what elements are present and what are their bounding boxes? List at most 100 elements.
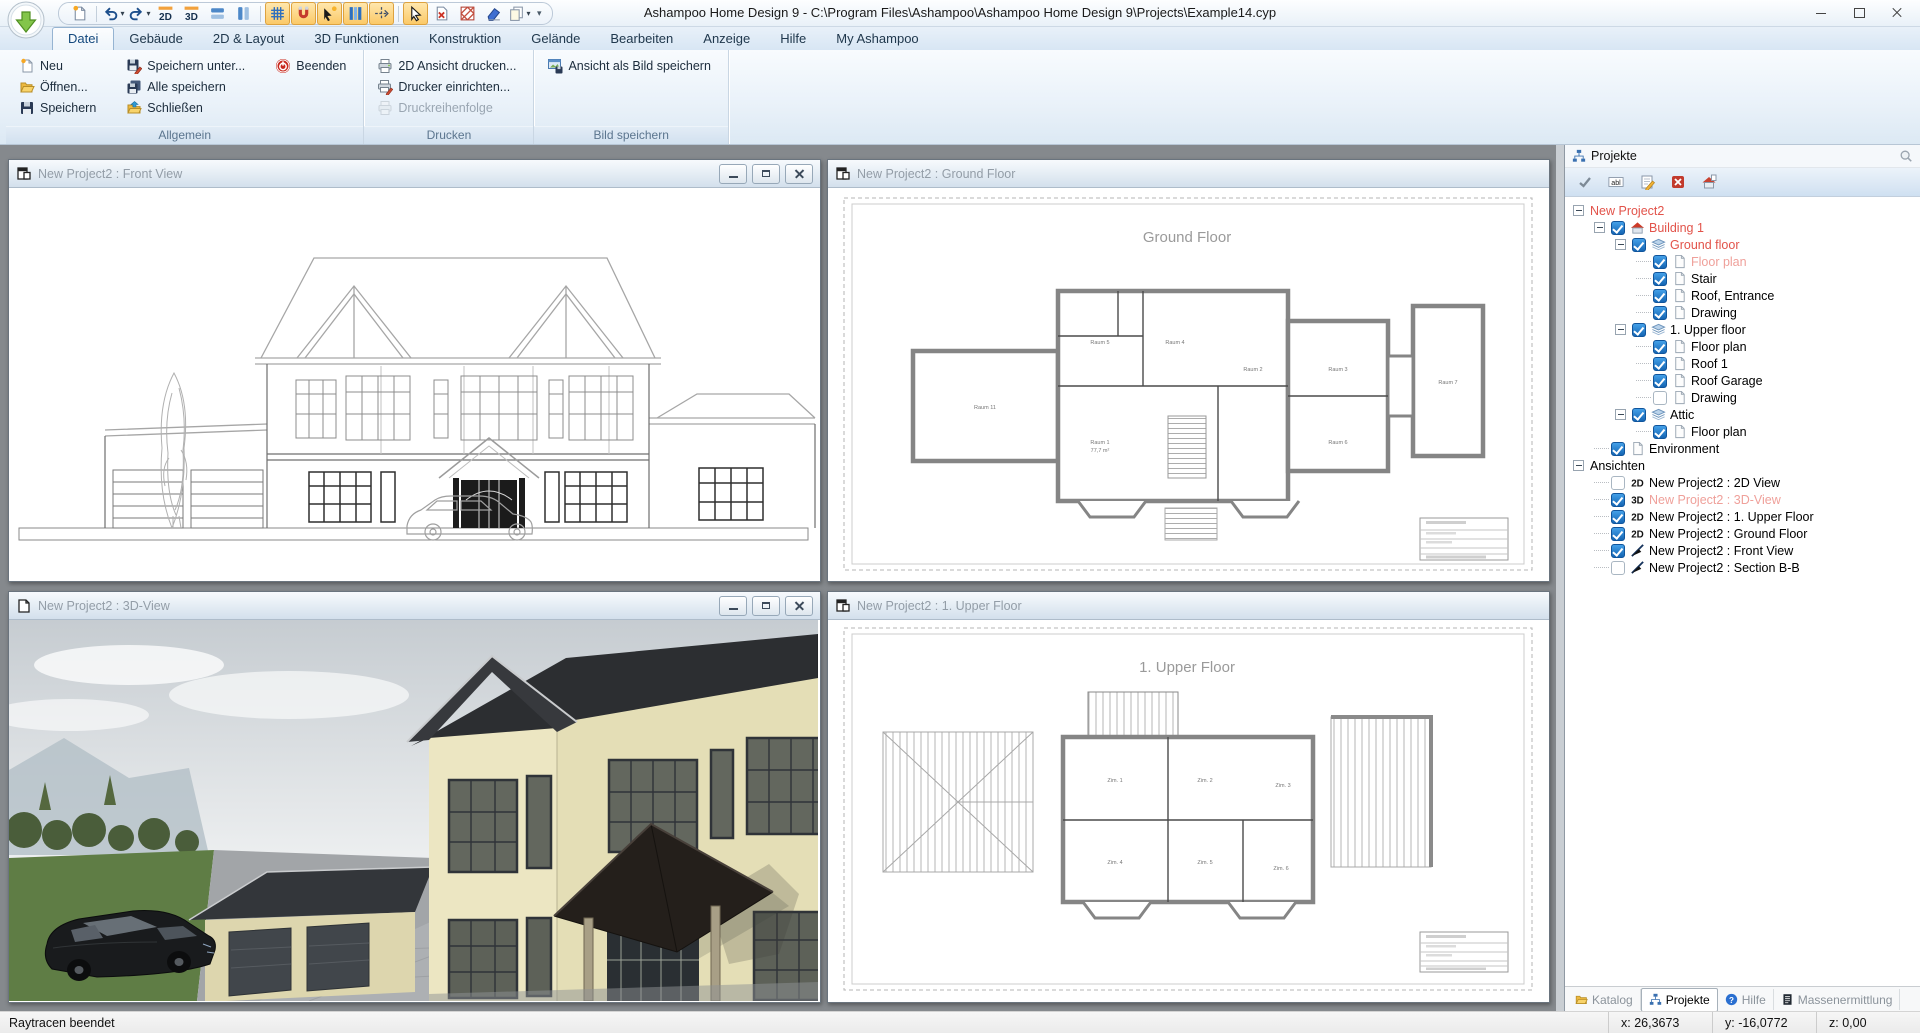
ribbon-tab-3d-funktionen[interactable]: 3D Funktionen <box>299 28 414 50</box>
maximize-button[interactable] <box>1840 0 1878 26</box>
tree-item-new-project2-section-b-b[interactable]: New Project2 : Section B-B <box>1565 559 1920 576</box>
panel-tab-massenermittlung[interactable]: Massenermittlung <box>1774 989 1901 1010</box>
ribbon-tab-anzeige[interactable]: Anzeige <box>688 28 765 50</box>
apply-button[interactable] <box>1573 171 1597 193</box>
pin-icon[interactable] <box>1899 149 1913 163</box>
checkbox[interactable] <box>1653 306 1667 320</box>
mdi-restore-button[interactable] <box>752 596 780 616</box>
ribbon-tab-geb-ude[interactable]: Gebäude <box>114 28 198 50</box>
ribbon-tab-my-ashampoo[interactable]: My Ashampoo <box>821 28 933 50</box>
tree-item-ansichten[interactable]: Ansichten <box>1565 457 1920 474</box>
checkbox[interactable] <box>1653 289 1667 303</box>
tree-item-new-project2-1-upper-floor[interactable]: 2DNew Project2 : 1. Upper Floor <box>1565 508 1920 525</box>
speichern-button[interactable]: Speichern <box>14 97 101 118</box>
checkbox[interactable] <box>1611 476 1625 490</box>
tree-item-1-upper-floor[interactable]: 1. Upper floor <box>1565 321 1920 338</box>
expander-icon[interactable] <box>1573 460 1584 471</box>
view-3d-button[interactable]: 3D <box>179 2 204 25</box>
undo-button[interactable]: ▾ <box>101 2 126 25</box>
select-button[interactable] <box>403 2 428 25</box>
tree-item-building-1[interactable]: Building 1 <box>1565 219 1920 236</box>
grid-button[interactable] <box>265 2 290 25</box>
expander-icon[interactable] <box>1594 222 1605 233</box>
checkbox[interactable] <box>1653 425 1667 439</box>
guides-button[interactable] <box>343 2 368 25</box>
ffnen-button[interactable]: Öffnen... <box>14 76 101 97</box>
tree-item-ground-floor[interactable]: Ground floor <box>1565 236 1920 253</box>
checkbox[interactable] <box>1653 357 1667 371</box>
checkbox[interactable] <box>1611 527 1625 541</box>
panel-splitter[interactable] <box>1556 145 1564 1012</box>
tree-item-new-project2-2d-view[interactable]: 2DNew Project2 : 2D View <box>1565 474 1920 491</box>
new-building-button[interactable] <box>1697 171 1721 193</box>
view-2d-button[interactable]: 2D <box>153 2 178 25</box>
alle-speichern-button[interactable]: Alle speichern <box>121 76 250 97</box>
ribbon-tab-bearbeiten[interactable]: Bearbeiten <box>595 28 688 50</box>
drucker-einrichten-button[interactable]: Drucker einrichten... <box>372 76 521 97</box>
ribbon-tab-hilfe[interactable]: Hilfe <box>765 28 821 50</box>
checkbox[interactable] <box>1611 221 1625 235</box>
checkbox[interactable] <box>1611 442 1625 456</box>
checkbox[interactable] <box>1611 561 1625 575</box>
tree-item-roof-garage[interactable]: Roof Garage <box>1565 372 1920 389</box>
split-vertical-button[interactable] <box>231 2 256 25</box>
checkbox[interactable] <box>1653 340 1667 354</box>
ground-floor-canvas[interactable]: Ground Floor <box>828 188 1549 581</box>
beenden-button[interactable]: Beenden <box>270 55 351 76</box>
delete-view-button[interactable] <box>429 2 454 25</box>
checkbox[interactable] <box>1632 323 1646 337</box>
tree-item-roof-1[interactable]: Roof 1 <box>1565 355 1920 372</box>
3d-view-titlebar[interactable]: New Project2 : 3D-View <box>9 592 820 620</box>
speichern-unter-button[interactable]: Speichern unter... <box>121 55 250 76</box>
new-view-button[interactable] <box>67 2 92 25</box>
textures-button[interactable] <box>455 2 480 25</box>
checkbox[interactable] <box>1653 255 1667 269</box>
checkbox[interactable] <box>1632 408 1646 422</box>
checkbox[interactable] <box>1653 374 1667 388</box>
tree-item-new-project2-ground-floor[interactable]: 2DNew Project2 : Ground Floor <box>1565 525 1920 542</box>
front-elevation-canvas[interactable] <box>9 188 820 581</box>
panel-tab-projekte[interactable]: Projekte <box>1641 988 1718 1012</box>
ribbon-tab-datei[interactable]: Datei <box>52 27 114 50</box>
schlie-en-button[interactable]: Schließen <box>121 97 250 118</box>
tree-item-drawing[interactable]: Drawing <box>1565 304 1920 321</box>
3d-render-canvas[interactable] <box>9 620 820 1002</box>
upper-floor-titlebar[interactable]: New Project2 : 1. Upper Floor <box>828 592 1549 620</box>
ansicht-als-bild-speichern-button[interactable]: Ansicht als Bild speichern <box>542 55 715 76</box>
mdi-restore-button[interactable] <box>752 164 780 184</box>
axes-button[interactable] <box>369 2 394 25</box>
ribbon-tab-gel-nde[interactable]: Gelände <box>516 28 595 50</box>
panel-tab-hilfe[interactable]: ?Hilfe <box>1718 989 1774 1010</box>
mdi-minimize-button[interactable] <box>719 164 747 184</box>
tree-item-environment[interactable]: Environment <box>1565 440 1920 457</box>
tree-item-drawing[interactable]: Drawing <box>1565 389 1920 406</box>
app-logo-icon[interactable] <box>6 1 46 41</box>
ground-floor-titlebar[interactable]: New Project2 : Ground Floor <box>828 160 1549 188</box>
tree-item-floor-plan[interactable]: Floor plan <box>1565 423 1920 440</box>
rename-button[interactable]: abl <box>1604 171 1628 193</box>
2d-ansicht-drucken-button[interactable]: 2D Ansicht drucken... <box>372 55 521 76</box>
panel-tab-katalog[interactable]: Katalog <box>1568 989 1641 1010</box>
tree-item-roof-entrance[interactable]: Roof, Entrance <box>1565 287 1920 304</box>
tree-item-new-project2-3d-view[interactable]: 3DNew Project2 : 3D-View <box>1565 491 1920 508</box>
ribbon-tab-2d-layout[interactable]: 2D & Layout <box>198 28 300 50</box>
expander-icon[interactable] <box>1615 239 1626 250</box>
select-elements-button[interactable] <box>317 2 342 25</box>
minimize-button[interactable] <box>1802 0 1840 26</box>
checkbox[interactable] <box>1611 544 1625 558</box>
mdi-close-button[interactable] <box>785 596 813 616</box>
tree-item-stair[interactable]: Stair <box>1565 270 1920 287</box>
tree-item-floor-plan[interactable]: Floor plan <box>1565 253 1920 270</box>
split-horizontal-button[interactable] <box>205 2 230 25</box>
neu-button[interactable]: Neu <box>14 55 101 76</box>
tree-item-attic[interactable]: Attic <box>1565 406 1920 423</box>
expander-icon[interactable] <box>1573 205 1584 216</box>
upper-floor-canvas[interactable]: 1. Upper Floor <box>828 620 1549 1002</box>
checkbox[interactable] <box>1611 493 1625 507</box>
snap-button[interactable] <box>291 2 316 25</box>
checkbox[interactable] <box>1632 238 1646 252</box>
properties-button[interactable] <box>1635 171 1659 193</box>
checkbox[interactable] <box>1653 391 1667 405</box>
checkbox[interactable] <box>1653 272 1667 286</box>
redo-button[interactable]: ▾ <box>127 2 152 25</box>
